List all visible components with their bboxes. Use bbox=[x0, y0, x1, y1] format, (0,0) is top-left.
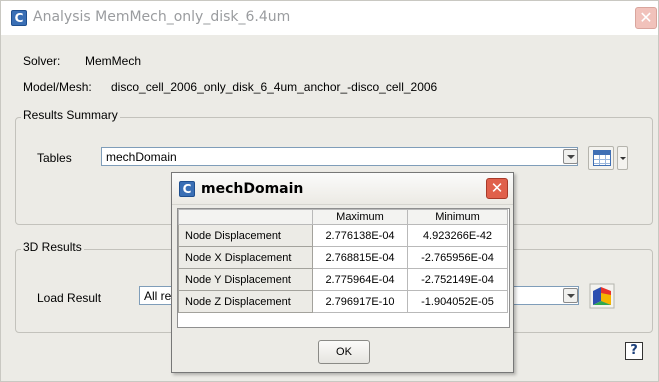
load-result-dropdown-arrow[interactable] bbox=[563, 288, 578, 303]
results-summary-title: Results Summary bbox=[21, 108, 120, 122]
cell-maximum: 2.775964E-04 bbox=[312, 268, 408, 291]
cell-minimum: 4.923266E-42 bbox=[407, 224, 508, 247]
cell-maximum: 2.776138E-04 bbox=[312, 224, 408, 247]
dialog-title: mechDomain bbox=[201, 181, 304, 197]
table-row: Node Displacement 2.776138E-04 4.923266E… bbox=[178, 224, 508, 247]
help-icon[interactable]: ? bbox=[625, 342, 643, 360]
analysis-window: C Analysis MemMech_only_disk_6.4um ✕ Sol… bbox=[0, 0, 659, 382]
results-table[interactable]: Maximum Minimum Node Displacement 2.7761… bbox=[177, 208, 510, 328]
row-header[interactable]: Node Displacement bbox=[178, 224, 313, 247]
window-titlebar[interactable]: C Analysis MemMech_only_disk_6.4um ✕ bbox=[1, 1, 658, 35]
window-close-button[interactable]: ✕ bbox=[635, 7, 657, 29]
model-mesh-value: disco_cell_2006_only_disk_6_4um_anchor_-… bbox=[111, 80, 438, 94]
mechdomain-dialog: C mechDomain ✕ Maximum Minimum Node Disp… bbox=[171, 172, 514, 373]
cell-maximum: 2.796917E-10 bbox=[312, 290, 408, 313]
3d-plot-icon[interactable] bbox=[589, 283, 615, 309]
table-header-row: Maximum Minimum bbox=[178, 209, 508, 225]
dialog-titlebar[interactable]: C mechDomain ✕ bbox=[172, 173, 513, 205]
table-options-dropdown[interactable] bbox=[617, 146, 628, 170]
cell-minimum: -1.904052E-05 bbox=[407, 290, 508, 313]
table-view-icon[interactable] bbox=[588, 146, 614, 170]
tables-label: Tables bbox=[37, 151, 72, 165]
table-row: Node X Displacement 2.768815E-04 -2.7659… bbox=[178, 246, 508, 269]
solver-value: MemMech bbox=[85, 54, 142, 68]
ok-button[interactable]: OK bbox=[318, 340, 370, 364]
row-header[interactable]: Node Y Displacement bbox=[178, 268, 313, 291]
table-header-icon bbox=[594, 151, 610, 154]
cell-maximum: 2.768815E-04 bbox=[312, 246, 408, 269]
row-header[interactable]: Node Z Displacement bbox=[178, 290, 313, 313]
model-mesh-label: Model/Mesh: bbox=[23, 80, 92, 94]
cell-minimum: -2.752149E-04 bbox=[407, 268, 508, 291]
dialog-close-button[interactable]: ✕ bbox=[486, 178, 508, 199]
3d-results-title: 3D Results bbox=[21, 240, 84, 254]
column-header-minimum: Minimum bbox=[407, 209, 508, 225]
table-row: Node Z Displacement 2.796917E-10 -1.9040… bbox=[178, 290, 508, 313]
row-header[interactable]: Node X Displacement bbox=[178, 246, 313, 269]
cell-minimum: -2.765956E-04 bbox=[407, 246, 508, 269]
app-logo-icon: C bbox=[11, 10, 27, 26]
tables-dropdown-arrow[interactable] bbox=[563, 149, 578, 164]
table-row: Node Y Displacement 2.775964E-04 -2.7521… bbox=[178, 268, 508, 291]
load-result-label: Load Result bbox=[37, 291, 102, 305]
column-header-blank bbox=[178, 209, 313, 225]
dialog-app-logo-icon: C bbox=[179, 181, 195, 197]
solver-label: Solver: bbox=[23, 54, 61, 68]
window-title: Analysis MemMech_only_disk_6.4um bbox=[33, 9, 291, 25]
column-header-maximum: Maximum bbox=[312, 209, 408, 225]
tables-select[interactable]: mechDomain bbox=[101, 147, 578, 166]
